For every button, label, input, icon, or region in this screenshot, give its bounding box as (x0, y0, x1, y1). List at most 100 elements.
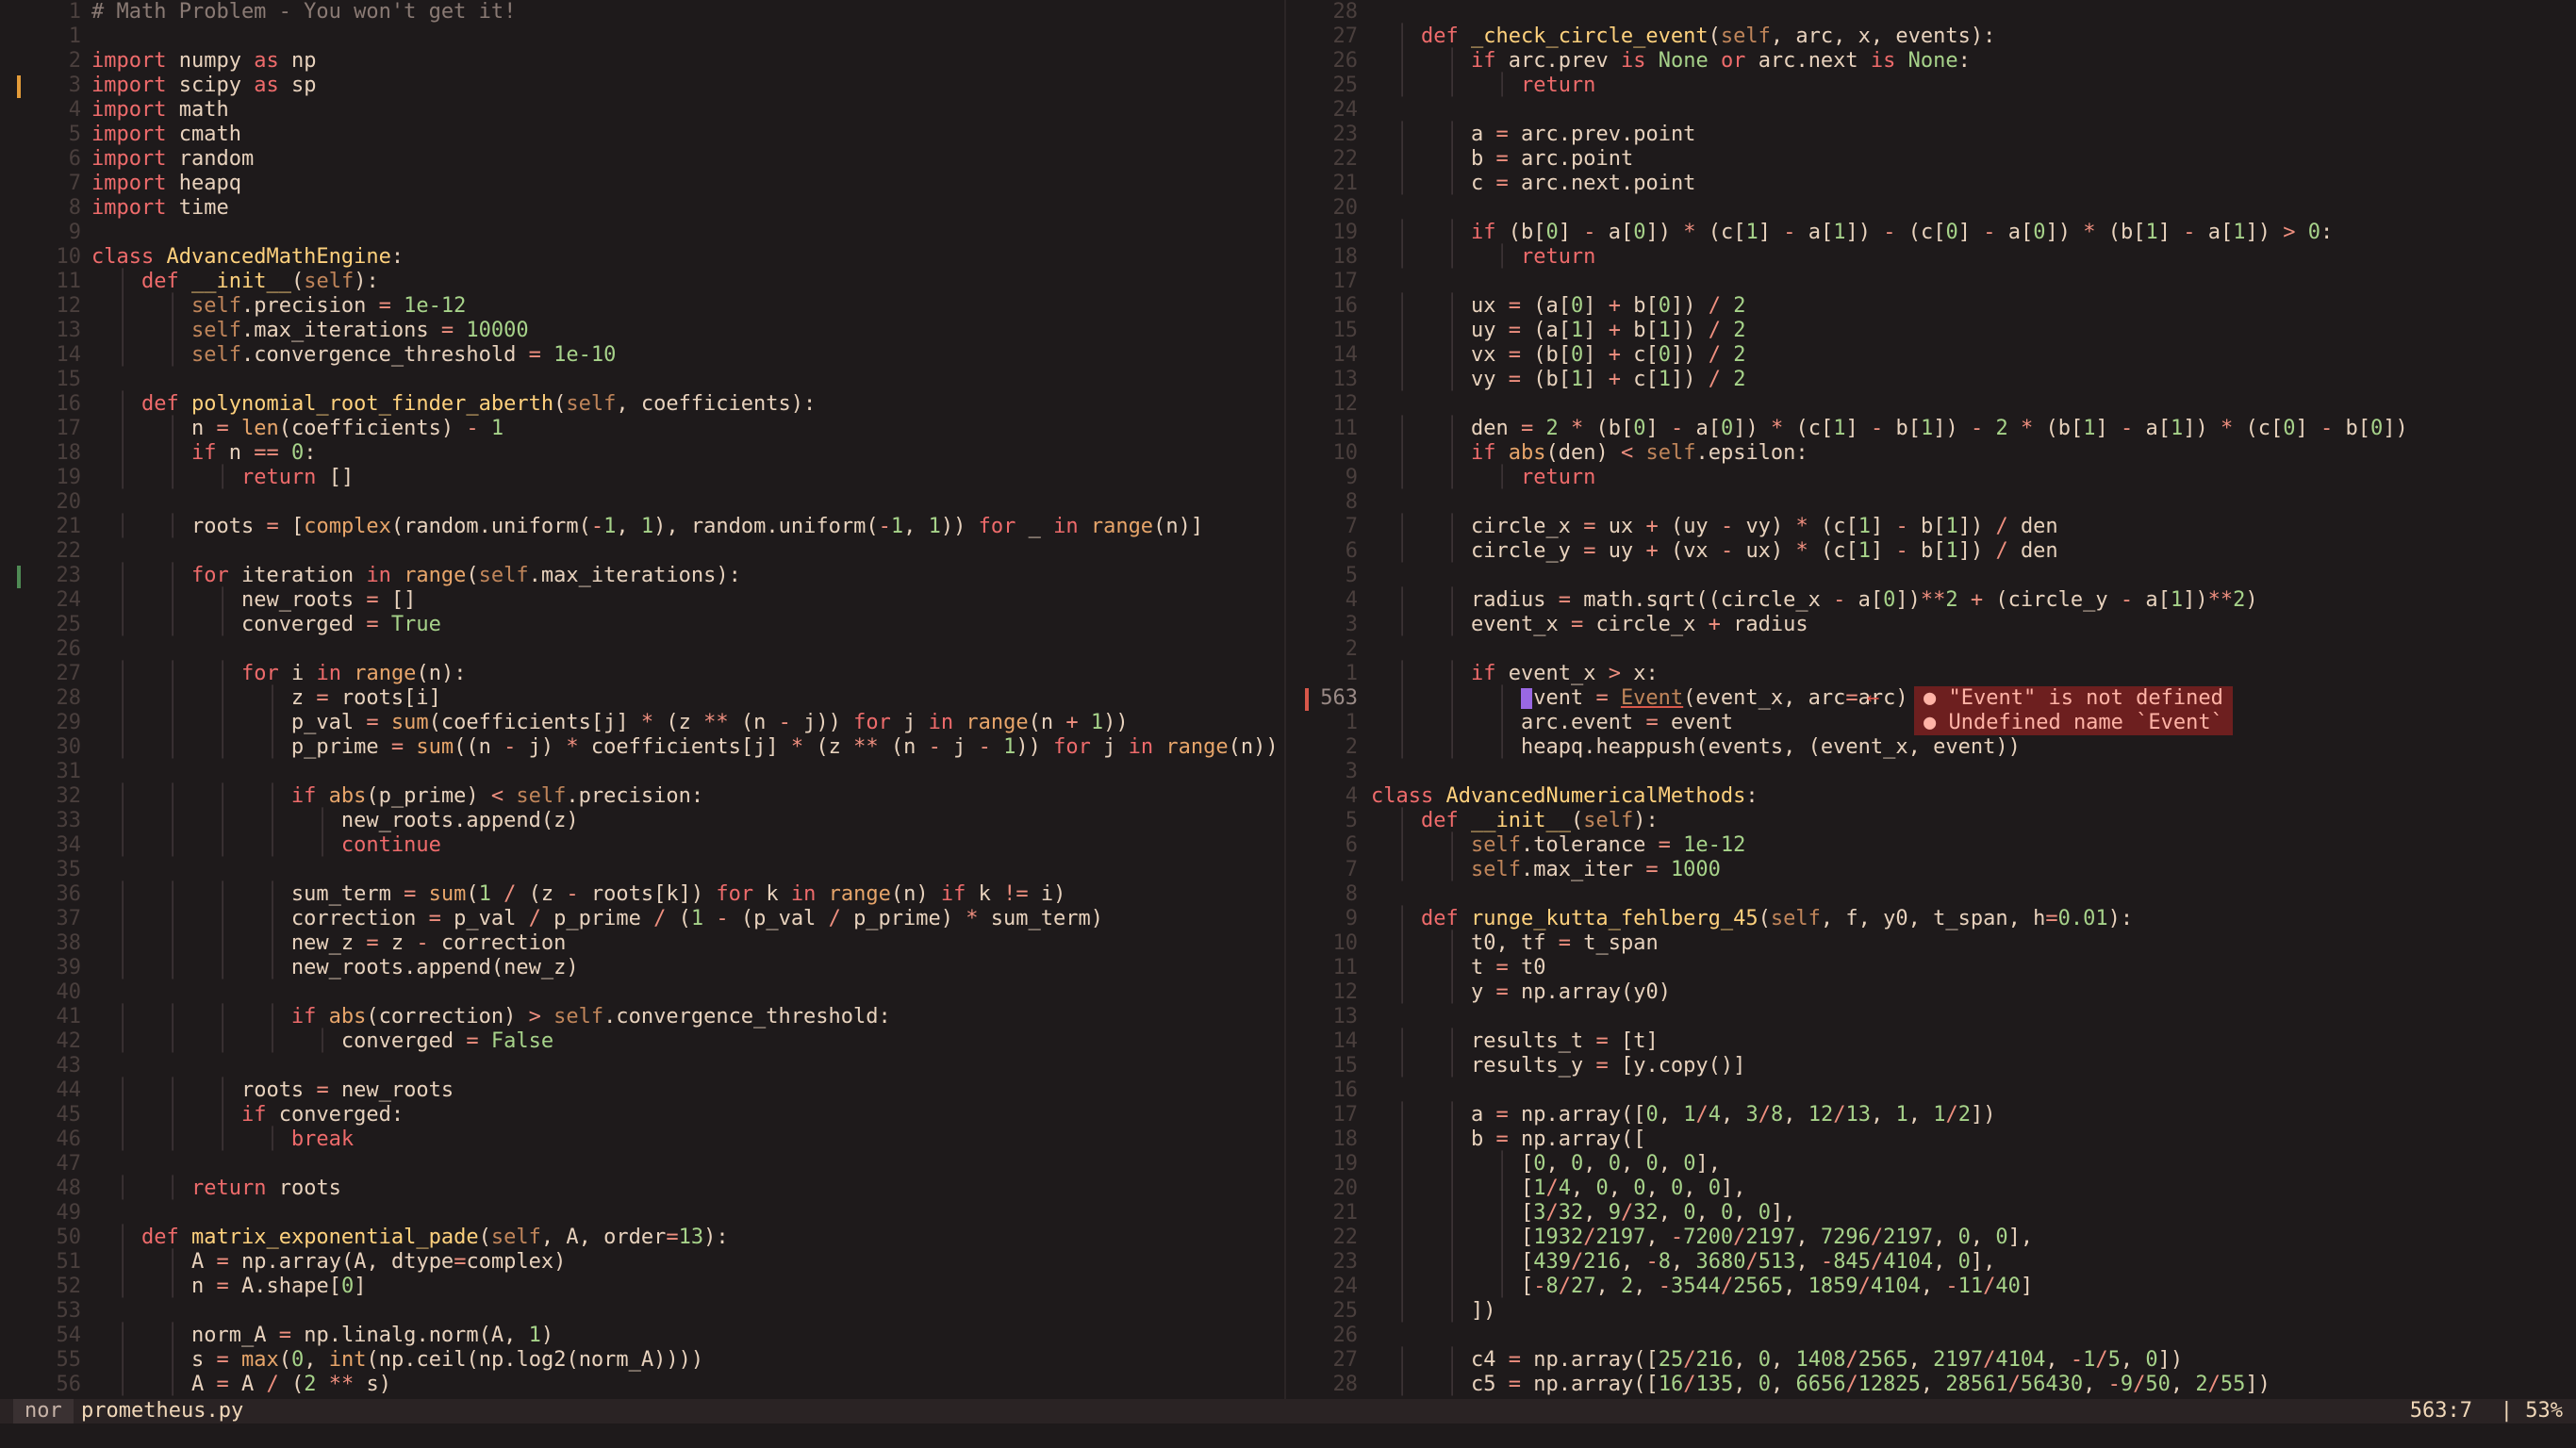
code-line[interactable]: 16 (1288, 1078, 2576, 1103)
code-line[interactable]: 50 │ def matrix_exponential_pade(self, A… (0, 1226, 1284, 1250)
code-text[interactable]: │ │ │ │ │ continue (91, 833, 440, 858)
code-text[interactable]: │ │ self.convergence_threshold = 1e-10 (91, 343, 616, 368)
code-line[interactable]: 1 # Math Problem - You won't get it! (0, 0, 1284, 25)
code-text[interactable]: │ │ │ │ │ new_roots.append(z) (91, 809, 578, 833)
code-line[interactable]: 13 │ │ vy = (b[1] + c[1]) / 2 (1288, 368, 2576, 392)
code-line[interactable]: 17 (1288, 270, 2576, 294)
code-line[interactable]: 4 class AdvancedNumericalMethods: (1288, 784, 2576, 809)
code-text[interactable]: │ │ b = arc.point (1371, 147, 1633, 172)
code-text[interactable]: │ │ return roots (91, 1176, 340, 1201)
code-line[interactable]: 2 (1288, 637, 2576, 662)
code-text[interactable]: │ │ den = 2 * (b[0] - a[0]) * (c[1] - b[… (1371, 417, 2407, 441)
code-line[interactable]: 17 │ │ n = len(coefficients) - 1 (0, 417, 1284, 441)
code-text[interactable]: │ │ │ │ if abs(p_prime) < self.precision… (91, 784, 703, 809)
code-line[interactable]: 14 │ │ vx = (b[0] + c[0]) / 2 (1288, 343, 2576, 368)
code-line[interactable]: 18 │ │ b = np.array([ (1288, 1127, 2576, 1152)
code-line[interactable]: 37 │ │ │ │ correction = p_val / p_prime … (0, 907, 1284, 931)
code-line[interactable]: 11 │ │ den = 2 * (b[0] - a[0]) * (c[1] -… (1288, 417, 2576, 441)
code-text[interactable]: │ │ ]) (1371, 1299, 1495, 1324)
code-line[interactable]: 18 │ │ │ return (1288, 245, 2576, 270)
code-text[interactable]: │ │ │ │ p_val = sum(coefficients[j] * (z… (91, 711, 1128, 735)
code-line[interactable]: 30 │ │ │ │ p_prime = sum((n - j) * coeff… (0, 735, 1284, 760)
code-text[interactable]: │ │ self.max_iterations = 10000 (91, 319, 528, 343)
code-line[interactable]: 28 │ │ │ │ z = roots[i] (0, 686, 1284, 711)
code-text[interactable]: │ │ │ │ if abs(correction) > self.conver… (91, 1005, 890, 1029)
code-text[interactable]: │ │ A = np.array(A, dtype=complex) (91, 1250, 566, 1275)
code-line[interactable]: 2 │ │ │ heapq.heappush(events, (event_x,… (1288, 735, 2576, 760)
code-text[interactable]: │ │ circle_x = ux + (uy - vy) * (c[1] - … (1371, 515, 2057, 539)
code-line[interactable]: 26 │ │ if arc.prev is None or arc.next i… (1288, 49, 2576, 74)
code-line[interactable]: 21 │ │ c = arc.next.point (1288, 172, 2576, 196)
code-line[interactable]: 17 │ │ a = np.array([0, 1/4, 3/8, 12/13,… (1288, 1103, 2576, 1127)
code-text[interactable]: │ │ if abs(den) < self.epsilon: (1371, 441, 1808, 466)
code-line[interactable]: 7 │ │ self.max_iter = 1000 (1288, 858, 2576, 882)
code-text[interactable]: import scipy as sp (91, 74, 316, 98)
editor-window[interactable]: 1 # Math Problem - You won't get it! 1 2 imp… (0, 0, 2576, 1448)
code-text[interactable]: │ │ vx = (b[0] + c[0]) / 2 (1371, 343, 1745, 368)
code-text[interactable]: import numpy as np (91, 49, 316, 74)
code-text[interactable]: │ │ │ [0, 0, 0, 0, 0], (1371, 1152, 1720, 1176)
code-line[interactable]: 3 (1288, 760, 2576, 784)
code-line[interactable]: 3 import scipy as sp (0, 74, 1284, 98)
code-line[interactable]: 20 (1288, 196, 2576, 221)
code-text[interactable]: │ def __init__(self): (1371, 809, 1658, 833)
code-text[interactable]: import cmath (91, 123, 241, 147)
code-text[interactable]: │ │ c5 = np.array([16/135, 0, 6656/12825… (1371, 1373, 2270, 1397)
code-text[interactable]: │ │ │ return [] (91, 466, 354, 490)
code-text[interactable]: │ │ a = np.array([0, 1/4, 3/8, 12/13, 1,… (1371, 1103, 1995, 1127)
code-text[interactable]: │ │ b = np.array([ (1371, 1127, 1645, 1152)
code-line[interactable]: 43 (0, 1054, 1284, 1078)
code-line[interactable]: 19 │ │ │ return [] (0, 466, 1284, 490)
code-text[interactable]: │ │ │ │ p_prime = sum((n - j) * coeffici… (91, 735, 1278, 760)
code-line[interactable]: 10 │ │ t0, tf = t_span (1288, 931, 2576, 956)
code-line[interactable]: 21 │ │ roots = [complex(random.uniform(-… (0, 515, 1284, 539)
code-line[interactable]: 8 import time (0, 196, 1284, 221)
code-line[interactable]: 22 │ │ b = arc.point (1288, 147, 2576, 172)
code-text[interactable]: │ │ │ return (1371, 74, 1595, 98)
code-line[interactable]: 14 │ │ self.convergence_threshold = 1e-1… (0, 343, 1284, 368)
code-text[interactable]: │ │ t0, tf = t_span (1371, 931, 1658, 956)
code-line[interactable]: 19 │ │ │ [0, 0, 0, 0, 0], (1288, 1152, 2576, 1176)
code-text[interactable]: │ │ │ [-8/27, 2, -3544/2565, 1859/4104, … (1371, 1275, 2033, 1299)
code-line[interactable]: 24 │ │ │ [-8/27, 2, -3544/2565, 1859/410… (1288, 1275, 2576, 1299)
code-line[interactable]: 10 │ │ if abs(den) < self.epsilon: (1288, 441, 2576, 466)
code-text[interactable]: │ │ │ [1/4, 0, 0, 0, 0], (1371, 1176, 1745, 1201)
code-text[interactable]: │ │ n = len(coefficients) - 1 (91, 417, 504, 441)
code-text[interactable]: │ │ │ arc.event = event (1371, 711, 1733, 735)
code-line[interactable]: 20 │ │ │ [1/4, 0, 0, 0, 0], (1288, 1176, 2576, 1201)
code-text[interactable]: │ │ │ return (1371, 245, 1595, 270)
code-line[interactable]: 7 │ │ circle_x = ux + (uy - vy) * (c[1] … (1288, 515, 2576, 539)
code-text[interactable]: │ │ │ [1932/2197, -7200/2197, 7296/2197,… (1371, 1226, 2033, 1250)
code-line[interactable]: 12 (1288, 392, 2576, 417)
code-line[interactable]: 25 │ │ ]) (1288, 1299, 2576, 1324)
code-line[interactable]: 31 (0, 760, 1284, 784)
code-text[interactable]: │ │ │ heapq.heappush(events, (event_x, e… (1371, 735, 2020, 760)
code-line[interactable]: 39 │ │ │ │ new_roots.append(new_z) (0, 956, 1284, 980)
code-line[interactable]: 28 (1288, 0, 2576, 25)
code-line[interactable]: 34 │ │ │ │ │ continue (0, 833, 1284, 858)
code-line[interactable]: 42 │ │ │ │ │ converged = False (0, 1029, 1284, 1054)
code-line[interactable]: 11 │ │ t = t0 (1288, 956, 2576, 980)
code-line[interactable]: 41 │ │ │ │ if abs(correction) > self.con… (0, 1005, 1284, 1029)
code-line[interactable]: 12 │ │ y = np.array(y0) (1288, 980, 2576, 1005)
code-line[interactable]: 25 │ │ │ converged = True (0, 613, 1284, 637)
code-line[interactable]: 23 │ │ for iteration in range(self.max_i… (0, 564, 1284, 588)
code-line[interactable]: 23 │ │ │ [439/216, -8, 3680/513, -845/41… (1288, 1250, 2576, 1275)
code-text[interactable]: │ │ norm_A = np.linalg.norm(A, 1) (91, 1324, 553, 1348)
code-line[interactable]: 7 import heapq (0, 172, 1284, 196)
code-line[interactable]: 16 │ def polynomial_root_finder_aberth(s… (0, 392, 1284, 417)
code-text[interactable]: │ │ if n == 0: (91, 441, 316, 466)
code-line[interactable]: 51 │ │ A = np.array(A, dtype=complex) (0, 1250, 1284, 1275)
code-text[interactable]: │ │ self.max_iter = 1000 (1371, 858, 1720, 882)
code-line[interactable]: 2 import numpy as np (0, 49, 1284, 74)
code-line[interactable]: 9 (0, 221, 1284, 245)
code-line[interactable]: 55 │ │ s = max(0, int(np.ceil(np.log2(no… (0, 1348, 1284, 1373)
code-text[interactable]: class AdvancedMathEngine: (91, 245, 404, 270)
code-line[interactable]: 48 │ │ return roots (0, 1176, 1284, 1201)
code-line[interactable]: 35 (0, 858, 1284, 882)
file-name[interactable]: prometheus.py (81, 1399, 243, 1423)
code-line[interactable]: 24 (1288, 98, 2576, 123)
code-text[interactable]: │ │ │ │ break (91, 1127, 354, 1152)
code-text[interactable]: │ │ │ converged = True (91, 613, 440, 637)
editor-pane-right[interactable]: 28 27 │ def _check_circle_event(self, arc… (1288, 0, 2576, 1399)
